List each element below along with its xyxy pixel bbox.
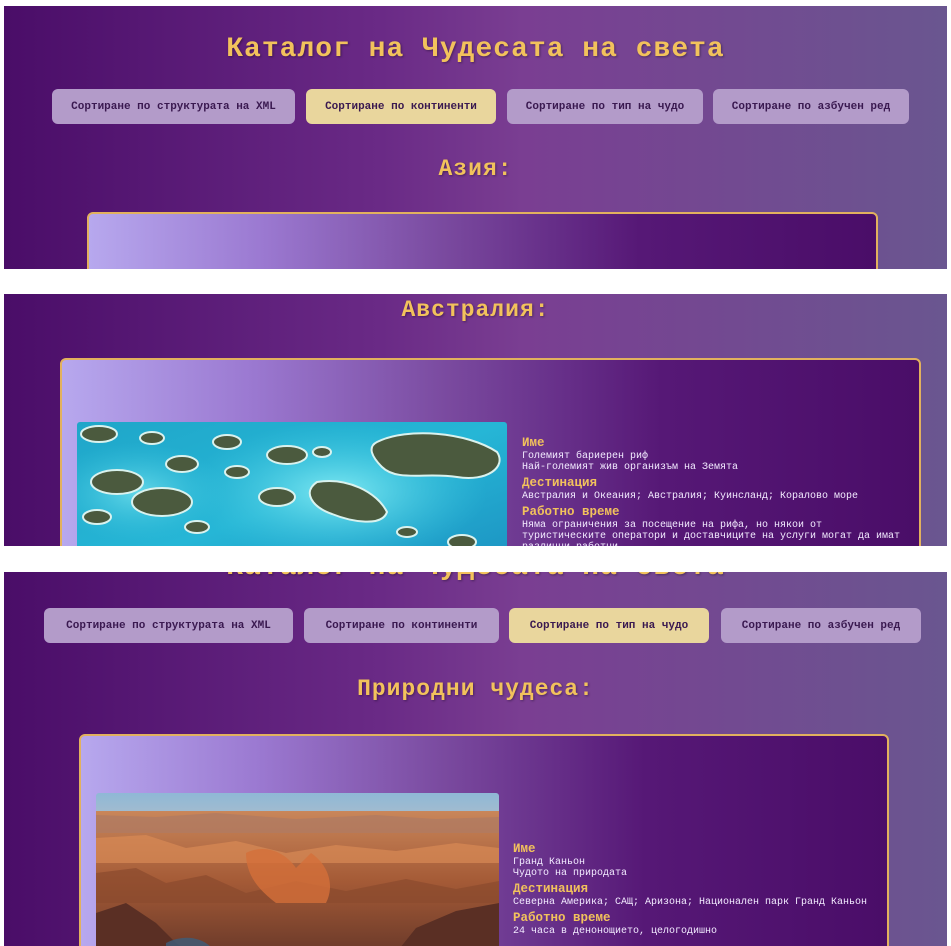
wonder-destination: Северна Америка; САЩ; Аризона; Национале… — [513, 897, 868, 908]
section-title-asia: Азия: — [438, 156, 513, 182]
wonder-card — [87, 212, 878, 269]
sort-xml-button[interactable]: Сортиране по структурата на XML — [44, 608, 293, 643]
canyon-photo — [96, 793, 499, 946]
wonder-hours: Няма ограничения за посещение на рифа, н… — [522, 520, 901, 546]
sort-alpha-button[interactable]: Сортиране по азбучен ред — [713, 89, 909, 124]
destination-label: Дестинация — [513, 882, 589, 896]
page-title: Каталог на Чудесата на света — [226, 34, 725, 65]
page-title: Каталог на Чудесата на света — [4, 572, 947, 583]
wonder-card: Име Големият бариерен риф Най-големият ж… — [60, 358, 921, 546]
sort-alpha-button[interactable]: Сортиране по азбучен ред — [721, 608, 921, 643]
destination-label: Дестинация — [522, 476, 598, 490]
canyon-image — [96, 793, 499, 946]
hours-label: Работно време — [522, 505, 620, 519]
wonder-card: Име Гранд Каньон Чудото на природата Дес… — [79, 734, 889, 946]
sort-type-button[interactable]: Сортиране по тип на чудо — [507, 89, 703, 124]
sort-xml-button[interactable]: Сортиране по структурата на XML — [52, 89, 295, 124]
screen-continents-top: Каталог на Чудесата на света Сортиране п… — [4, 6, 947, 269]
screen-continents-australia: Австралия: Име Големият бариерен риф Най… — [4, 294, 947, 546]
name-label: Име — [522, 436, 545, 450]
wonder-subtitle: Чудото на природата — [513, 868, 628, 879]
wonder-subtitle: Най-големият жив организъм на Земята — [522, 462, 739, 473]
sort-continents-button[interactable]: Сортиране по континенти — [304, 608, 499, 643]
hours-label: Работно време — [513, 911, 611, 925]
name-label: Име — [513, 842, 536, 856]
wonder-info: Име Гранд Каньон Чудото на природата Дес… — [513, 842, 883, 937]
coral-reef-image — [77, 422, 507, 546]
sort-type-button[interactable]: Сортиране по тип на чудо — [509, 608, 709, 643]
wonder-destination: Австралия и Океания; Австралия; Куинслан… — [522, 491, 859, 502]
sort-continents-button[interactable]: Сортиране по континенти — [306, 89, 496, 124]
screen-type-natural: Каталог на Чудесата на света Сортиране п… — [4, 572, 947, 946]
coral-reef-photo — [77, 422, 507, 546]
section-title-australia: Австралия: — [401, 297, 550, 323]
section-title-natural: Природни чудеса: — [357, 676, 594, 702]
wonder-hours: 24 часа в денонощието, целогодишно — [513, 926, 718, 937]
wonder-info: Име Големият бариерен риф Най-големият ж… — [522, 436, 912, 546]
wonder-name: Гранд Каньон — [513, 857, 586, 868]
wonder-name: Големият бариерен риф — [522, 451, 649, 462]
